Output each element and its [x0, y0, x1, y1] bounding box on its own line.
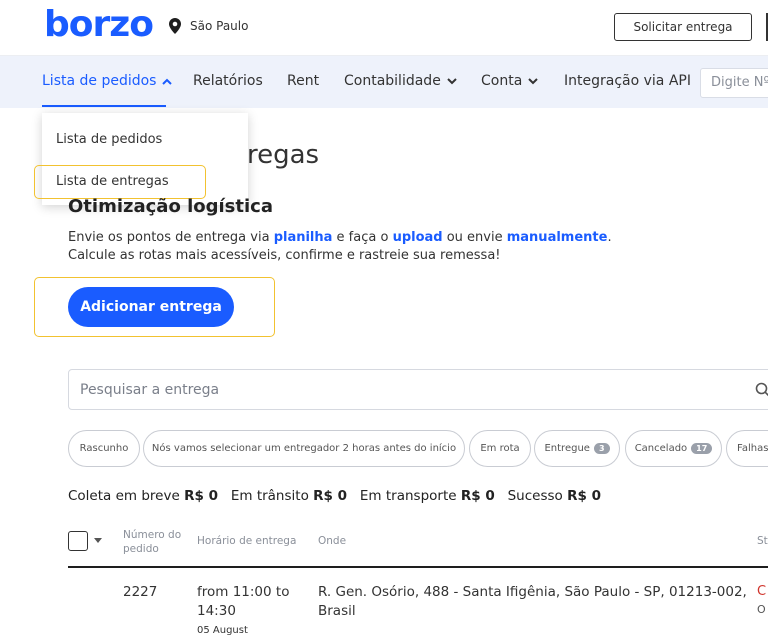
chevron-down-icon [528, 77, 539, 84]
totals-summary: Coleta em breve R$ 0 Em trânsito R$ 0 Em… [68, 488, 601, 504]
nav-item-label: Contabilidade [344, 73, 441, 89]
filter-draft[interactable]: Rascunho [68, 430, 140, 467]
caret-down-icon[interactable] [94, 538, 102, 544]
section-description: Envie os pontos de entrega via planilha … [68, 229, 612, 265]
dropdown-item-orders[interactable]: Lista de pedidos [56, 132, 162, 147]
highlight-box-deliveries [34, 165, 206, 199]
delivery-time: from 11:00 to 14:30 05 August [197, 584, 290, 636]
active-tab-indicator [42, 105, 166, 107]
nav-bar: Lista de pedidos Relatórios Rent Contabi… [0, 56, 768, 108]
page-title: regas [247, 140, 320, 170]
filter-scheduled[interactable]: Nós vamos selecionar um entregador 2 hor… [143, 430, 465, 467]
delivery-search-input[interactable]: Pesquisar a entrega [68, 369, 768, 410]
nav-item-rent[interactable]: Rent [287, 73, 319, 89]
city-label: São Paulo [190, 19, 249, 33]
column-header-where[interactable]: Onde [318, 535, 346, 547]
nav-item-label: Integração via API [564, 73, 691, 89]
filter-en-route[interactable]: Em rota [469, 430, 531, 467]
nav-item-orders[interactable]: Lista de pedidos [42, 73, 173, 89]
city-selector[interactable]: São Paulo [168, 18, 248, 34]
description-line-1: Envie os pontos de entrega via planilha … [68, 230, 612, 245]
filter-cancelled[interactable]: Cancelado 17 [625, 430, 722, 467]
column-header-number[interactable]: Número do pedido [123, 528, 181, 556]
manual-link[interactable]: manualmente [507, 230, 608, 245]
nav-item-api[interactable]: Integração via API [564, 73, 691, 89]
add-delivery-button[interactable]: Adicionar entrega [68, 287, 234, 327]
filter-delivered[interactable]: Entregue 3 [534, 430, 620, 467]
chevron-down-icon [447, 77, 457, 84]
status-sub: O [757, 603, 766, 616]
column-header-time[interactable]: Horário de entrega [197, 535, 296, 547]
select-all-checkbox[interactable] [68, 531, 88, 551]
order-number[interactable]: 2227 [123, 583, 157, 602]
nav-item-account[interactable]: Conta [481, 73, 539, 89]
filter-failures[interactable]: Falhas [726, 430, 768, 467]
location-pin-icon [169, 18, 181, 34]
borzo-logo[interactable]: borzo [44, 4, 154, 45]
nav-item-reports[interactable]: Relatórios [193, 73, 263, 89]
column-header-status[interactable]: St [757, 535, 768, 547]
section-title: Otimização logística [68, 196, 273, 217]
status-badge: C [757, 584, 767, 599]
request-delivery-button[interactable]: Solicitar entrega [614, 13, 752, 41]
order-number-search[interactable]: Digite Nº [700, 68, 768, 98]
table-header-divider [68, 566, 768, 568]
nav-item-label: Conta [481, 73, 523, 89]
nav-item-label: Lista de pedidos [42, 73, 157, 89]
nav-item-accounting[interactable]: Contabilidade [344, 73, 457, 89]
top-bar: borzo São Paulo Solicitar entrega [0, 0, 768, 56]
chevron-up-icon [162, 78, 173, 85]
count-badge: 17 [691, 443, 713, 454]
search-placeholder: Pesquisar a entrega [80, 382, 220, 398]
nav-item-label: Relatórios [193, 73, 263, 89]
description-line-2: Calcule as rotas mais acessíveis, confir… [68, 248, 501, 263]
nav-item-label: Rent [287, 73, 320, 89]
count-badge: 3 [593, 443, 610, 454]
delivery-address: R. Gen. Osório, 488 - Santa Ifigênia, Sã… [318, 584, 747, 619]
upload-link[interactable]: upload [393, 230, 443, 245]
spreadsheet-link[interactable]: planilha [274, 230, 333, 245]
search-icon[interactable] [755, 382, 768, 398]
